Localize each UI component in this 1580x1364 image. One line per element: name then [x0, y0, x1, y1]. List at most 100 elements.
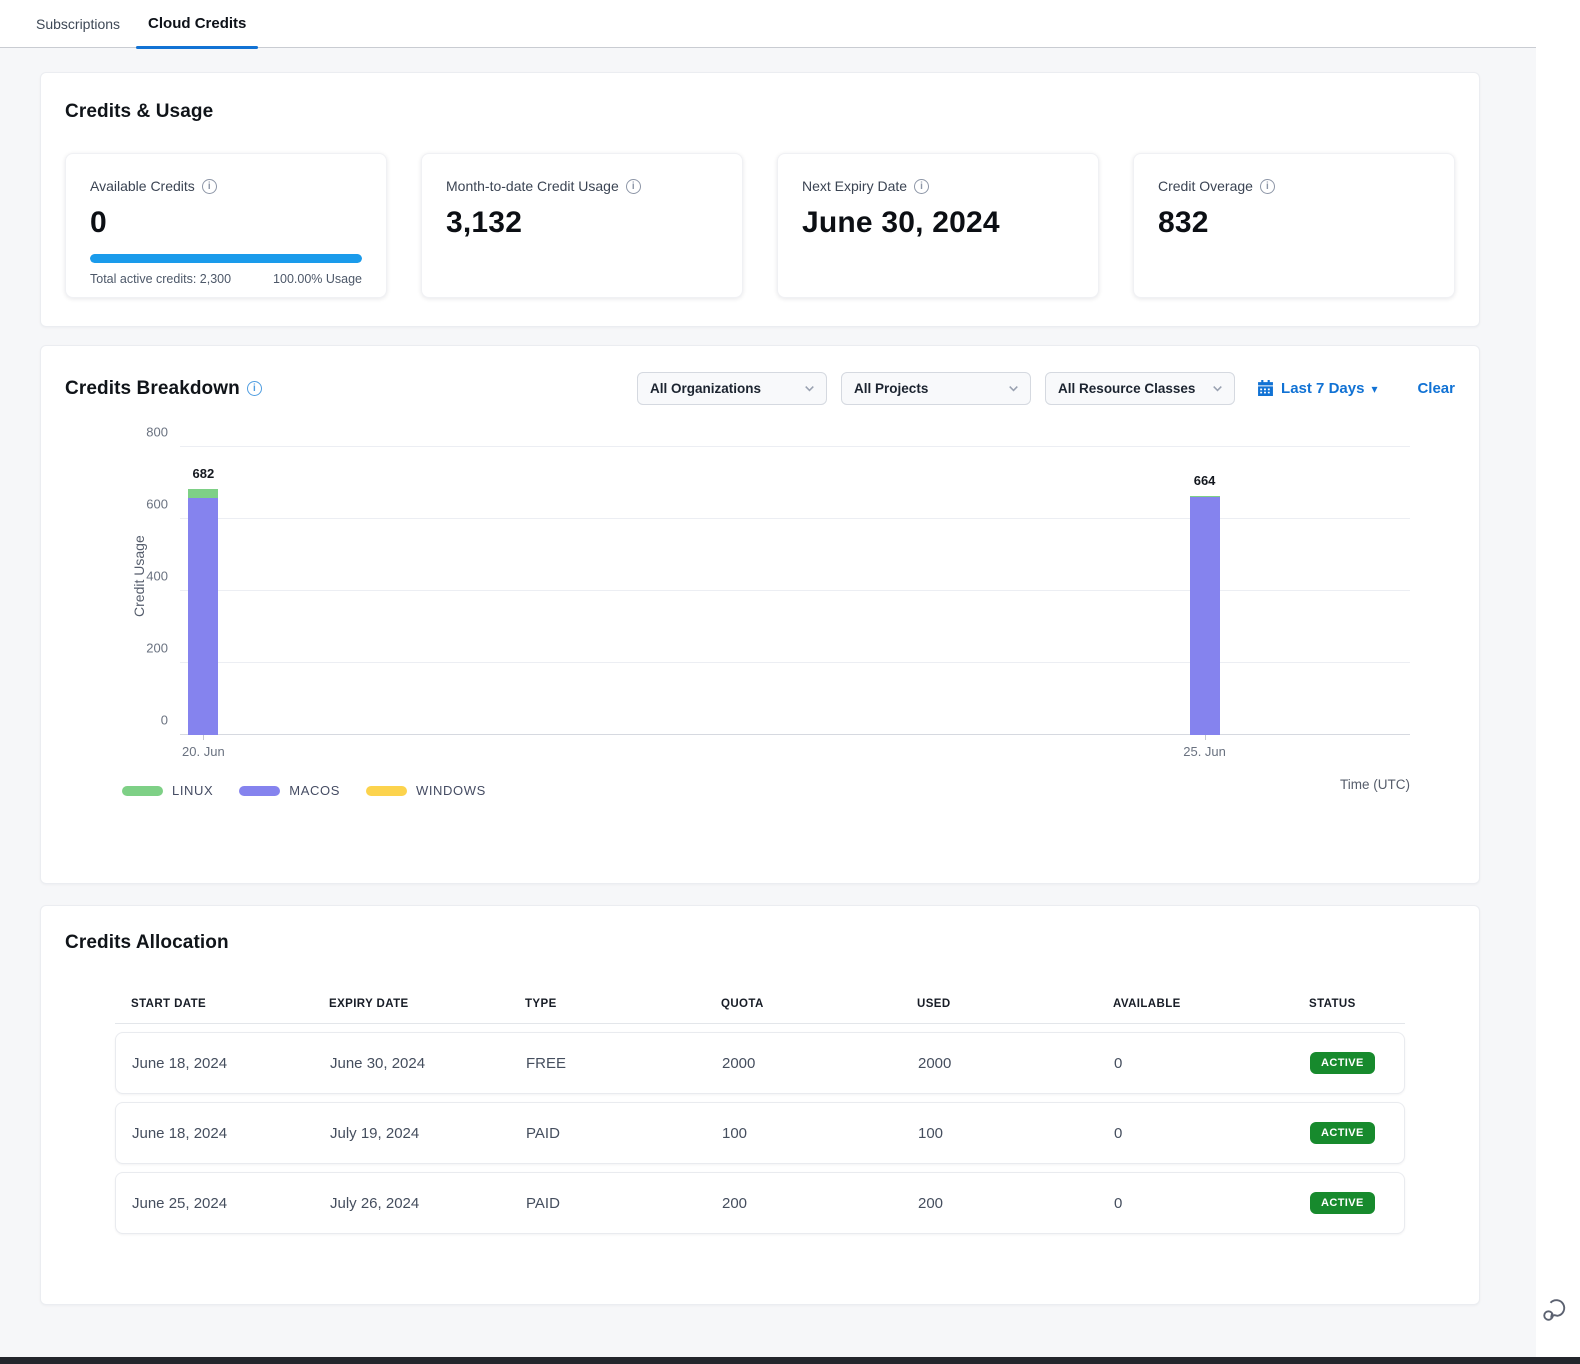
date-range-value: Last 7 Days [1281, 380, 1364, 397]
tab-subscriptions-label: Subscriptions [36, 16, 120, 32]
help-chat-icon[interactable] [1539, 1295, 1569, 1325]
mtd-usage-value: 3,132 [446, 206, 718, 240]
projects-select[interactable]: All Projects [841, 372, 1031, 405]
stat-card-footer: Total active credits: 2,300 100.00% Usag… [90, 272, 362, 286]
organizations-select[interactable]: All Organizations [637, 372, 827, 405]
status-badge: ACTIVE [1310, 1192, 1375, 1214]
resource-classes-select[interactable]: All Resource Classes [1045, 372, 1235, 405]
legend-label: LINUX [172, 783, 213, 798]
y-tick-label: 600 [146, 497, 168, 512]
tab-subscriptions[interactable]: Subscriptions [22, 0, 134, 48]
legend-swatch [239, 786, 280, 796]
caret-down-icon: ▾ [1371, 382, 1377, 396]
cell-start-date: June 25, 2024 [116, 1195, 314, 1212]
cell-used: 200 [902, 1195, 1098, 1212]
col-start-date: START DATE [115, 998, 313, 1010]
legend-label: WINDOWS [416, 783, 486, 798]
stat-label: Month-to-date Credit Usage i [446, 178, 718, 194]
credits-usage-section: Credits & Usage Available Credits i 0 To… [40, 72, 1480, 327]
gridline [180, 518, 1410, 519]
cell-quota: 200 [706, 1195, 902, 1212]
stat-card-next-expiry: Next Expiry Date i June 30, 2024 [777, 153, 1099, 298]
credits-breakdown-section: Credits Breakdown i All Organizations Al… [40, 345, 1480, 884]
credit-overage-label: Credit Overage [1158, 178, 1253, 194]
chevron-down-icon [803, 382, 816, 395]
credits-progress-track [90, 254, 362, 263]
cell-used: 100 [902, 1125, 1098, 1142]
chart-bar-20-jun[interactable] [188, 489, 218, 735]
available-credits-value: 0 [90, 206, 362, 240]
x-tick-mark [1205, 735, 1206, 740]
table-header-row: START DATE EXPIRY DATE TYPE QUOTA USED A… [115, 998, 1405, 1024]
chevron-down-icon [1007, 382, 1020, 395]
cell-type: PAID [510, 1125, 706, 1142]
tab-bar: Subscriptions Cloud Credits [0, 0, 1536, 48]
info-icon[interactable]: i [626, 179, 641, 194]
tab-cloud-credits[interactable]: Cloud Credits [134, 0, 260, 48]
legend-label: MACOS [289, 783, 340, 798]
chart-legend: LINUX MACOS WINDOWS [122, 783, 1455, 798]
col-used: USED [901, 998, 1097, 1010]
cell-type: FREE [510, 1055, 706, 1072]
bottom-bar [0, 1357, 1580, 1364]
info-icon[interactable]: i [1260, 179, 1275, 194]
cell-quota: 2000 [706, 1055, 902, 1072]
gridline [180, 662, 1410, 663]
mtd-usage-label: Month-to-date Credit Usage [446, 178, 619, 194]
legend-swatch [122, 786, 163, 796]
bar-total-label: 664 [1194, 473, 1216, 488]
bar-segment-linux [188, 489, 218, 498]
y-tick-label: 0 [161, 713, 168, 728]
gridline [180, 446, 1410, 447]
table-row: June 18, 2024 June 30, 2024 FREE 2000 20… [115, 1032, 1405, 1094]
chevron-down-icon [1211, 382, 1224, 395]
info-icon[interactable]: i [202, 179, 217, 194]
stat-card-credit-overage: Credit Overage i 832 [1133, 153, 1455, 298]
status-badge: ACTIVE [1310, 1052, 1375, 1074]
gridline [180, 734, 1410, 735]
col-expiry-date: EXPIRY DATE [313, 998, 509, 1010]
x-tick-label: 25. Jun [1183, 744, 1226, 759]
cell-type: PAID [510, 1195, 706, 1212]
stat-card-mtd-usage: Month-to-date Credit Usage i 3,132 [421, 153, 743, 298]
stat-label: Next Expiry Date i [802, 178, 1074, 194]
cell-available: 0 [1098, 1125, 1294, 1142]
calendar-icon [1257, 380, 1274, 397]
right-gutter [1536, 0, 1580, 1358]
y-tick-label: 200 [146, 641, 168, 656]
legend-item-windows[interactable]: WINDOWS [366, 783, 486, 798]
credits-breakdown-title: Credits Breakdown [65, 378, 240, 400]
y-tick-label: 800 [146, 425, 168, 440]
cell-quota: 100 [706, 1125, 902, 1142]
bar-segment-macos [188, 498, 218, 735]
y-axis-title: Credit Usage [131, 535, 147, 617]
stat-card-available-credits: Available Credits i 0 Total active credi… [65, 153, 387, 298]
filter-bar: All Organizations All Projects All Resou… [637, 372, 1455, 405]
date-range-picker[interactable]: Last 7 Days ▾ [1257, 380, 1377, 397]
projects-select-value: All Projects [854, 381, 928, 396]
chart-bar-25-jun[interactable] [1190, 496, 1220, 735]
col-quota: QUOTA [705, 998, 901, 1010]
cell-available: 0 [1098, 1195, 1294, 1212]
legend-swatch [366, 786, 407, 796]
clear-filters-button[interactable]: Clear [1417, 380, 1455, 397]
legend-item-linux[interactable]: LINUX [122, 783, 213, 798]
col-status: STATUS [1293, 998, 1405, 1010]
legend-item-macos[interactable]: MACOS [239, 783, 340, 798]
info-icon[interactable]: i [247, 381, 262, 396]
bar-segment-macos [1190, 497, 1220, 735]
credits-allocation-table: START DATE EXPIRY DATE TYPE QUOTA USED A… [115, 998, 1405, 1234]
stat-label: Available Credits i [90, 178, 362, 194]
main-content: Subscriptions Cloud Credits Credits & Us… [0, 0, 1536, 1358]
credits-usage-title: Credits & Usage [65, 101, 1455, 123]
usage-percent-label: 100.00% Usage [273, 272, 362, 286]
next-expiry-value: June 30, 2024 [802, 206, 1074, 240]
info-icon[interactable]: i [914, 179, 929, 194]
x-tick-mark [203, 735, 204, 740]
cell-expiry-date: July 26, 2024 [314, 1195, 510, 1212]
cell-available: 0 [1098, 1055, 1294, 1072]
credits-progress-fill [90, 254, 362, 263]
organizations-select-value: All Organizations [650, 381, 761, 396]
cell-used: 2000 [902, 1055, 1098, 1072]
breakdown-header: Credits Breakdown i All Organizations Al… [65, 372, 1455, 405]
